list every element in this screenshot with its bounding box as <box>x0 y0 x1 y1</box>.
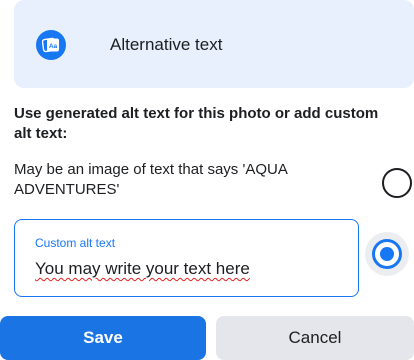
alt-text-header: Aa Alternative text <box>14 0 414 88</box>
generated-alt-text-label: May be an image of text that says 'AQUA … <box>14 161 287 198</box>
generated-alt-text-option[interactable]: May be an image of text that says 'AQUA … <box>14 160 414 206</box>
svg-text:Aa: Aa <box>49 43 58 50</box>
radio-selected-dot <box>380 247 394 261</box>
custom-alt-text-label: Custom alt text <box>35 236 116 250</box>
generated-alt-text-radio[interactable] <box>382 168 412 198</box>
cancel-button[interactable]: Cancel <box>216 316 414 360</box>
alt-text-icon: Aa <box>36 30 66 60</box>
custom-alt-text-input[interactable]: You may write your text here <box>35 258 335 280</box>
prompt-text: Use generated alt text for this photo or… <box>14 105 379 142</box>
custom-alt-text-radio[interactable] <box>365 232 409 276</box>
header-title: Alternative text <box>110 35 223 54</box>
custom-alt-text-field[interactable]: Custom alt text You may write your text … <box>14 219 359 297</box>
save-button[interactable]: Save <box>0 316 206 360</box>
alt-text-dialog: Aa Alternative text Use generated alt te… <box>0 0 414 360</box>
radio-selected-ring <box>372 239 402 269</box>
